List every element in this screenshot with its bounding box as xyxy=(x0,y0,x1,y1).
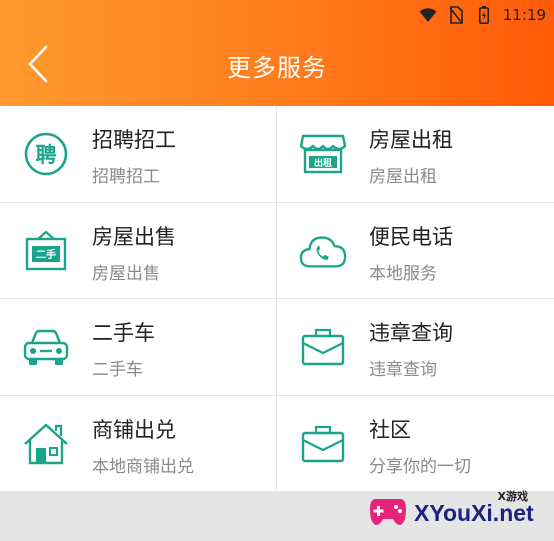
cloud-phone-icon xyxy=(299,229,347,273)
service-house-sale[interactable]: 二手 房屋出售 房屋出售 xyxy=(0,202,277,299)
service-subtitle: 房屋出售 xyxy=(92,263,160,284)
service-title: 房屋出租 xyxy=(369,128,453,152)
page-title: 更多服务 xyxy=(227,54,327,82)
no-sim-icon xyxy=(447,6,465,24)
service-violation-query[interactable]: 违章查询 违章查询 xyxy=(277,299,554,396)
service-house-rent[interactable]: 出租 房屋出租 房屋出租 xyxy=(277,106,554,203)
services-grid: 聘 招聘招工 招聘招工 出租 房屋出租 房屋出租 二手 房屋出售 房屋出售 便民… xyxy=(0,106,554,492)
service-shop-transfer[interactable]: 商铺出兑 本地商铺出兑 xyxy=(0,395,277,492)
service-subtitle: 违章查询 xyxy=(369,360,437,380)
gamepad-logo-icon xyxy=(368,493,408,533)
status-bar: 11:19 xyxy=(419,4,546,26)
service-title: 社区 xyxy=(369,417,411,442)
battery-icon xyxy=(475,6,493,24)
car-icon xyxy=(22,325,70,369)
service-title: 商铺出兑 xyxy=(92,417,176,442)
recruitment-icon-text: 聘 xyxy=(36,143,57,167)
service-title: 招聘招工 xyxy=(92,128,176,152)
sale-sign-icon: 二手 xyxy=(22,229,70,273)
service-title: 违章查询 xyxy=(369,321,453,345)
storefront-icon: 出租 xyxy=(299,132,347,176)
watermark: XYouXi.net X游戏 xyxy=(368,488,544,538)
recruitment-icon: 聘 xyxy=(22,132,70,176)
service-subtitle: 房屋出租 xyxy=(369,167,437,187)
service-phone-directory[interactable]: 便民电话 本地服务 xyxy=(277,203,554,299)
briefcase-icon xyxy=(299,325,347,369)
service-subtitle: 二手车 xyxy=(92,360,143,380)
service-subtitle: 本地商铺出兑 xyxy=(92,456,194,477)
service-title: 二手车 xyxy=(92,321,155,345)
storefront-icon-text: 出租 xyxy=(314,157,332,169)
service-recruitment[interactable]: 聘 招聘招工 招聘招工 xyxy=(0,106,277,203)
service-subtitle: 本地服务 xyxy=(369,263,437,284)
header-bar: 11:19 更多服务 xyxy=(0,0,554,106)
service-subtitle: 招聘招工 xyxy=(92,167,160,187)
service-title: 便民电话 xyxy=(369,224,453,249)
sale-sign-icon-text: 二手 xyxy=(36,248,56,261)
briefcase-icon xyxy=(299,422,347,466)
watermark-tag: X游戏 xyxy=(497,490,528,503)
service-subtitle: 分享你的一切 xyxy=(369,456,471,477)
house-icon xyxy=(22,422,70,466)
service-used-car[interactable]: 二手车 二手车 xyxy=(0,299,277,396)
service-title: 房屋出售 xyxy=(92,224,176,249)
service-community[interactable]: 社区 分享你的一切 xyxy=(277,396,554,492)
wifi-icon xyxy=(419,6,437,24)
status-time: 11:19 xyxy=(502,6,546,24)
